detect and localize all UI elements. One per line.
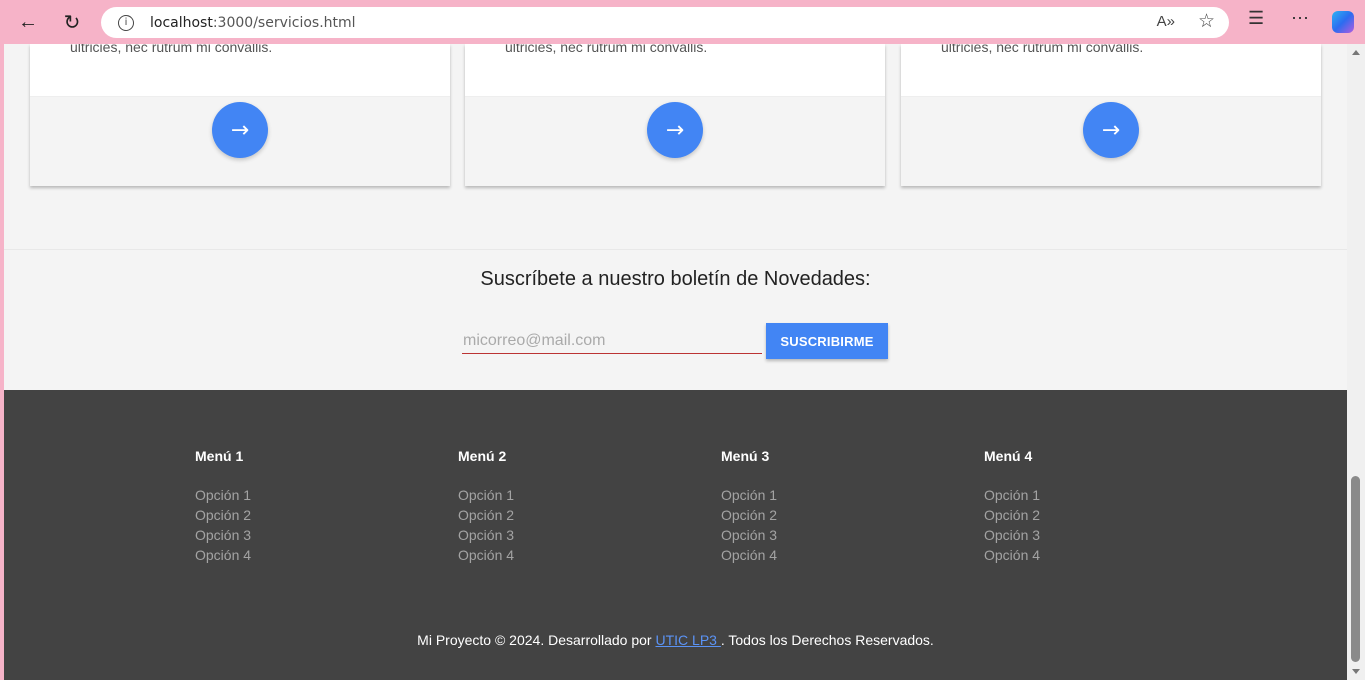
footer-menu: Menú 3 Opción 1 Opción 2 Opción 3 Opción… (721, 448, 921, 565)
footer-menu-option[interactable]: Opción 3 (195, 525, 395, 545)
footer-menu-option[interactable]: Opción 3 (984, 525, 1184, 545)
subscribe-button[interactable]: SUSCRIBIRME (766, 323, 888, 359)
card-text: ultricies, nec rutrum mi convallis. (941, 44, 1144, 55)
footer-menu-title: Menú 2 (458, 448, 507, 464)
favorite-star-icon[interactable]: ☆ (1198, 10, 1215, 33)
scrollbar-thumb[interactable] (1351, 476, 1360, 662)
copyright-suffix: . Todos los Derechos Reservados. (720, 632, 934, 648)
card-text: ultricies, nec rutrum mi convallis. (70, 44, 273, 55)
read-aloud-icon[interactable]: A» (1157, 13, 1175, 30)
footer-menu-option[interactable]: Opción 1 (195, 485, 395, 505)
reload-icon[interactable]: ↻ (58, 8, 86, 36)
arrow-right-icon-button[interactable]: → (1083, 102, 1139, 158)
footer-menu-title: Menú 1 (195, 448, 244, 464)
browser-toolbar: ← ↻ i localhost:3000/servicios.html A» ☆… (0, 0, 1365, 44)
email-field[interactable] (462, 328, 762, 354)
footer-menu-option[interactable]: Opción 2 (458, 505, 658, 525)
scroll-down-icon[interactable] (1352, 669, 1360, 674)
footer-menu-option[interactable]: Opción 1 (458, 485, 658, 505)
footer-menu-option[interactable]: Opción 3 (458, 525, 658, 545)
newsletter-title: Suscríbete a nuestro boletín de Novedade… (480, 268, 871, 290)
url-text[interactable]: localhost:3000/servicios.html (150, 15, 356, 31)
section-divider (4, 249, 1347, 250)
card-action-area: → (465, 96, 885, 186)
page-viewport: ultricies, nec rutrum mi convallis. → ul… (4, 44, 1347, 680)
footer-menu-option[interactable]: Opción 4 (195, 545, 395, 565)
footer-menu-option[interactable]: Opción 2 (721, 505, 921, 525)
footer-menu-title: Menú 3 (721, 448, 770, 464)
copilot-icon[interactable] (1332, 11, 1354, 33)
scroll-up-icon[interactable] (1352, 50, 1360, 55)
footer-menu-option[interactable]: Opción 4 (458, 545, 658, 565)
card-text: ultricies, nec rutrum mi convallis. (505, 44, 708, 55)
footer: Menú 1 Opción 1 Opción 2 Opción 3 Opción… (4, 390, 1347, 680)
footer-menu: Menú 2 Opción 1 Opción 2 Opción 3 Opción… (458, 448, 658, 565)
url-path: :3000/servicios.html (212, 14, 356, 31)
footer-menu-option[interactable]: Opción 2 (984, 505, 1184, 525)
favorites-list-icon[interactable]: ☰ (1248, 8, 1264, 29)
footer-menu-option[interactable]: Opción 4 (721, 545, 921, 565)
footer-menu-option[interactable]: Opción 4 (984, 545, 1184, 565)
footer-menu-title: Menú 4 (984, 448, 1033, 464)
copyright-prefix: Mi Proyecto © 2024. Desarrollado por (417, 632, 656, 648)
back-arrow-icon[interactable]: ← (14, 8, 42, 36)
more-menu-icon[interactable]: ⋯ (1291, 8, 1309, 29)
footer-menu-option[interactable]: Opción 1 (721, 485, 921, 505)
developer-link[interactable]: UTIC LP3 (656, 632, 721, 648)
url-host: localhost (150, 14, 213, 31)
service-card: ultricies, nec rutrum mi convallis. → (465, 44, 885, 186)
arrow-right-icon-button[interactable]: → (212, 102, 268, 158)
footer-menu: Menú 1 Opción 1 Opción 2 Opción 3 Opción… (195, 448, 395, 565)
site-info-icon[interactable]: i (118, 14, 134, 31)
arrow-right-icon-button[interactable]: → (647, 102, 703, 158)
card-action-area: → (901, 96, 1321, 186)
service-card: ultricies, nec rutrum mi convallis. → (901, 44, 1321, 186)
card-action-area: → (30, 96, 450, 186)
address-bar[interactable]: i localhost:3000/servicios.html A» ☆ (101, 7, 1229, 38)
footer-menu-option[interactable]: Opción 1 (984, 485, 1184, 505)
footer-menu-option[interactable]: Opción 2 (195, 505, 395, 525)
vertical-scrollbar[interactable] (1347, 44, 1365, 680)
footer-menu-option[interactable]: Opción 3 (721, 525, 921, 545)
service-card: ultricies, nec rutrum mi convallis. → (30, 44, 450, 186)
footer-menu: Menú 4 Opción 1 Opción 2 Opción 3 Opción… (984, 448, 1184, 565)
copyright-text: Mi Proyecto © 2024. Desarrollado por UTI… (4, 632, 1347, 648)
